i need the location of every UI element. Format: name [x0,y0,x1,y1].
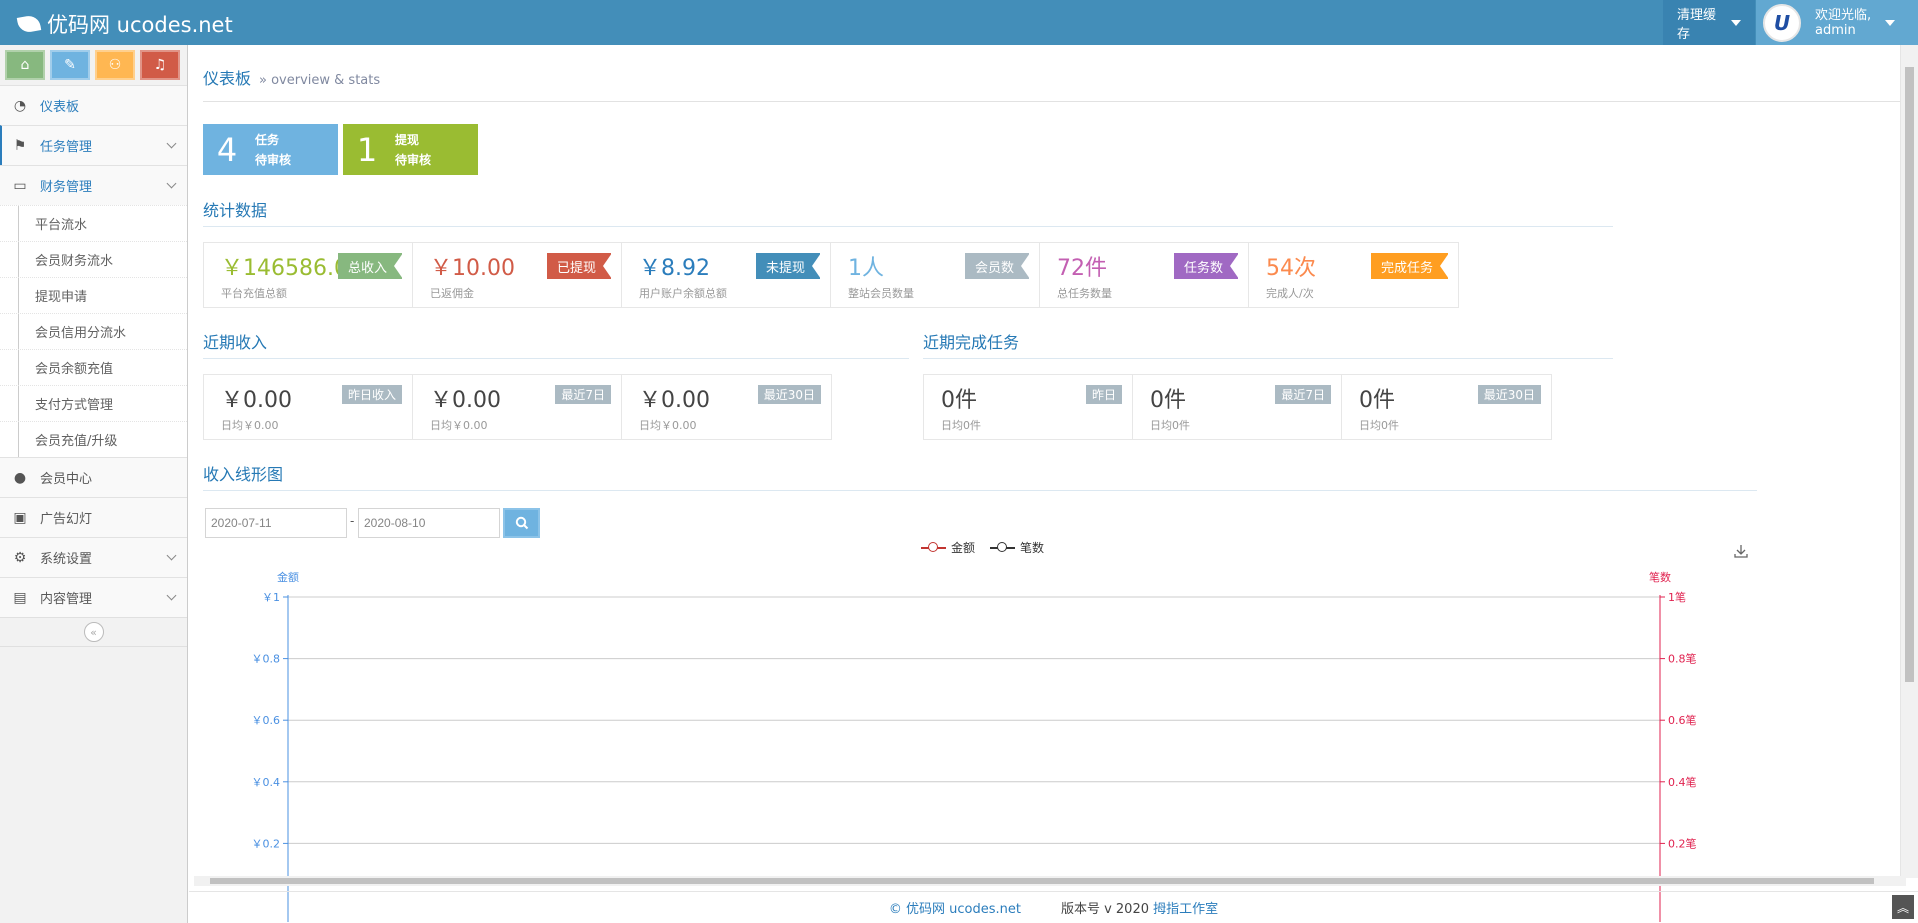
sidebar-item-2[interactable]: ▭ 财务管理 [0,165,187,205]
collapse-icon: « [83,622,104,642]
y-right-tick-label: 0.6笔 [1668,713,1697,727]
sidebar-item-1[interactable]: ⚑ 任务管理 [0,125,187,165]
caret-down-icon [1731,19,1741,26]
sidebar-item-label: 任务管理 [40,140,93,155]
welcome-text: 欢迎光临, [1815,7,1872,23]
sidebar-item-3[interactable]: ● 会员中心 [0,457,187,497]
dashboard-icon: ◔ [13,97,27,114]
double-chevron-up-icon: ︽ [1896,900,1909,915]
inbox-icon: ▭ [13,177,27,194]
y-left-tick-label: ￥0.2 [252,837,281,850]
pencil-shortcut-button[interactable]: ✎ [50,50,90,80]
y-right-tick-label: 0.4笔 [1668,775,1697,789]
sidebar-item-label: 内容管理 [40,592,93,607]
y-left-axis-label: 金额 [277,570,299,584]
chevron-down-icon [166,550,177,561]
sidebar-subitem[interactable]: 会员余额充值 [0,349,187,385]
footer-studio-link[interactable]: 拇指工作室 [1153,902,1218,917]
main-content: 仪表板» overview & stats 4 任务 待审核 1 提现 待审核 统计数据 … [189,45,1918,923]
footer-copyright-link[interactable]: © 优码网 ucodes.net [889,898,1021,917]
users-shortcut-button[interactable]: ⚇ [95,50,135,80]
sidebar-menu: ◔ 仪表板 ⚑ 任务管理 ▭ 财务管理平台流水 会员财务流水 提现申请 会员信用分流水 会员余额充… [0,85,187,617]
user-icon: ● [13,469,27,486]
sidebar-subitem[interactable]: 提现申请 [0,277,187,313]
y-right-tick-label: 1笔 [1668,590,1686,604]
footer-version: 版本号 v 2020 拇指工作室 [1060,902,1219,917]
sidebar-collapse[interactable]: « [0,617,187,647]
income-line-chart: ￥1 1笔 ￥0.8 0.8笔 ￥0.6 0.6笔 ￥0.4 0.4笔 ￥0.2 0.2笔 金额 笔数 [252,570,1697,922]
sidebar-item-4[interactable]: ▣ 广告幻灯 [0,497,187,537]
leaf-icon [16,14,42,34]
sidebar-item-label: 会员中心 [40,472,93,487]
y-right-tick-label: 0.2笔 [1668,836,1697,850]
bell-icon: ♫ [153,57,167,73]
navbar: 优码网 ucodes.net 清理缓存 U 欢迎光临, admin [0,0,1918,45]
brand-name: 优码网 ucodes.net [47,13,233,37]
avatar: U [1763,3,1801,42]
pencil-icon: ✎ [64,57,76,73]
sidebar-item-label: 仪表板 [40,100,80,115]
gear-icon: ⚙ [13,549,27,566]
bell-shortcut-button[interactable]: ♫ [140,50,180,80]
user-menu[interactable]: U 欢迎光临, admin [1756,0,1918,45]
sidebar-item-5[interactable]: ⚙ 系统设置 [0,537,187,577]
sidebar-item-0[interactable]: ◔ 仪表板 [0,85,187,125]
horizontal-scrollbar[interactable] [194,876,1906,886]
sidebar-item-6[interactable]: ▤ 内容管理 [0,577,187,617]
vertical-scrollbar[interactable] [1900,45,1918,878]
y-right-axis-label: 笔数 [1649,570,1671,584]
home-shortcut-button[interactable]: ⌂ [5,50,45,80]
home-icon: ⌂ [20,57,30,73]
y-right-tick-label: 0.8笔 [1668,652,1697,666]
footer: © 优码网 ucodes.net 版本号 v 2020 拇指工作室 [189,891,1918,923]
sidebar-subitem[interactable]: 会员财务流水 [0,241,187,277]
y-left-tick-label: ￥0.4 [252,776,281,789]
flag-icon: ⚑ [13,137,27,154]
sidebar-item-label: 广告幻灯 [40,512,93,527]
picture-icon: ▣ [13,509,27,526]
brand-logo[interactable]: 优码网 ucodes.net [16,9,233,39]
y-left-tick-label: ￥0.6 [252,714,281,727]
chevron-down-icon [166,590,177,601]
sidebar-item-label: 系统设置 [40,552,93,567]
back-to-top-button[interactable]: ︽ [1892,895,1914,919]
sidebar-item-label: 财务管理 [40,180,93,195]
sidebar-subitem[interactable]: 会员充值/升级 [0,421,187,457]
book-icon: ▤ [13,589,27,606]
chevron-down-icon [166,138,177,149]
username: admin [1815,22,1856,38]
y-left-tick-label: ￥1 [262,591,280,604]
sidebar-subitem[interactable]: 平台流水 [0,205,187,241]
users-icon: ⚇ [108,57,122,73]
shortcut-buttons: ⌂ ✎ ⚇ ♫ [0,45,187,85]
sidebar-subitem[interactable]: 会员信用分流水 [0,313,187,349]
caret-down-icon [1885,19,1896,26]
y-left-tick-label: ￥0.8 [252,653,281,666]
chevron-down-icon [166,178,177,189]
clear-cache-button[interactable]: 清理缓存 [1663,0,1755,45]
sidebar: ⌂ ✎ ⚇ ♫ ◔ 仪表板 ⚑ 任务管理 ▭ 财务管理平台流水 会员财务流水 提现申请 会员信用分流水… [0,45,188,923]
sidebar-subitem[interactable]: 支付方式管理 [0,385,187,421]
